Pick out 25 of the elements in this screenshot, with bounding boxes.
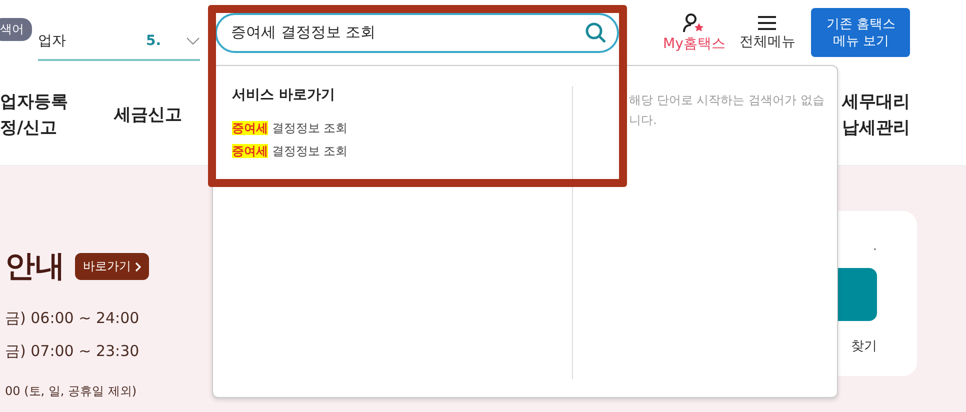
hero-title: 안내 <box>5 248 65 286</box>
hours-text: 금) 06:00 ~ 24:00 <box>5 309 140 328</box>
nav-item[interactable]: 세금신고 <box>114 102 182 128</box>
no-result-text: 해당 단어로 시작하는 검색어가 없습니다. <box>628 92 825 129</box>
nav-item[interactable]: 세무대리 납세관리 <box>842 89 910 141</box>
find-link[interactable]: 찾기 <box>851 337 877 355</box>
business-select[interactable]: 업자 <box>38 22 146 60</box>
shortcut-button[interactable]: 바로가기 <box>75 253 149 280</box>
my-hometax-button[interactable]: My홈택스 <box>663 12 726 52</box>
card-note: . <box>872 239 877 254</box>
suggestion-item[interactable]: 증여세 결정정보 조회 <box>232 120 572 137</box>
suggestion-item[interactable]: 증여세 결정정보 조회 <box>232 143 572 160</box>
search-field[interactable]: 증여세 결정정보 조회 <box>215 12 619 52</box>
keyword-badge: 색어 <box>0 18 32 41</box>
all-menu-button[interactable]: 전체메뉴 <box>739 14 796 50</box>
period-select[interactable]: 5. <box>146 22 200 60</box>
search-icon[interactable] <box>585 22 607 44</box>
menu-icon <box>757 14 778 30</box>
chevron-icon <box>186 36 200 44</box>
hours-text: 금) 07:00 ~ 23:30 <box>5 342 140 361</box>
section-title: 서비스 바로가기 <box>232 86 336 104</box>
nav-item[interactable]: 업자등록 정/신고 <box>0 89 68 141</box>
hours-text: 00 (토, 일, 공휴일 제외) <box>5 383 138 400</box>
classic-menu-button[interactable]: 기존 홈택스 메뉴 보기 <box>811 8 910 57</box>
chevron-icon <box>135 262 141 272</box>
